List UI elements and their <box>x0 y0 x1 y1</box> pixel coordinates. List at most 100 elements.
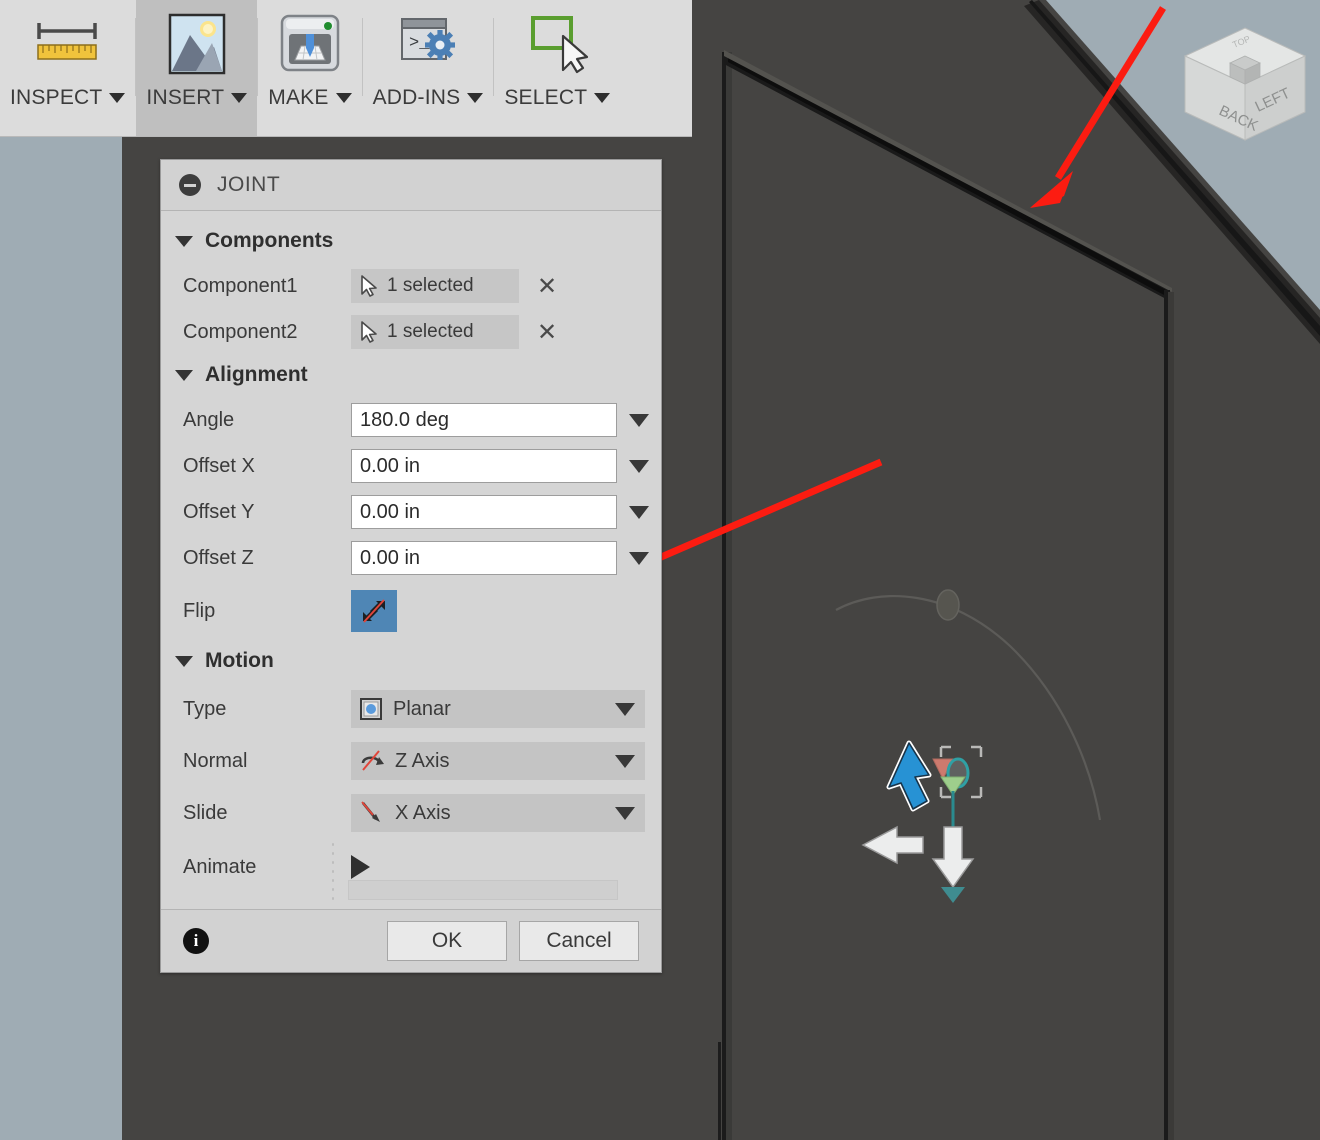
chevron-down-icon <box>175 655 193 667</box>
joint-manipulator[interactable] <box>845 735 1005 935</box>
top-toolbar: INSPECT INSERT MAKE >_ ADD-INS SELECT <box>0 0 692 137</box>
toolbar-label[interactable]: ADD-INS <box>363 86 494 118</box>
ok-button[interactable]: OK <box>387 921 507 961</box>
offset-x-label: Offset X <box>183 454 255 477</box>
section-header-alignment[interactable]: Alignment <box>161 355 661 397</box>
cursor-select-icon <box>361 275 377 297</box>
chevron-down-icon <box>594 93 611 103</box>
section-label: Motion <box>205 649 274 672</box>
hidden-slider-strip <box>348 880 618 900</box>
type-dropdown-icon[interactable] <box>615 702 635 716</box>
translate-arrow-down <box>931 826 975 889</box>
row-normal: Normal Z Axis <box>161 735 661 787</box>
component1-label: Component1 <box>183 274 298 297</box>
image-insert-icon <box>162 0 232 86</box>
toolbar-label[interactable]: INSERT <box>136 86 258 118</box>
offset-z-value: 0.00 in <box>360 546 421 569</box>
component1-clear-icon[interactable]: ✕ <box>537 274 557 298</box>
section-label: Alignment <box>205 363 308 386</box>
offset-z-dropdown-icon[interactable] <box>629 551 649 565</box>
row-component2: Component2 1 selected ✕ <box>161 309 661 355</box>
slide-value: X Axis <box>395 801 451 824</box>
toolbar-item-insert[interactable]: INSERT <box>136 0 258 136</box>
offset-y-value: 0.00 in <box>360 500 421 523</box>
row-offset-x: Offset X 0.00 in <box>161 443 661 489</box>
chevron-down-icon <box>175 235 193 247</box>
info-icon[interactable]: i <box>183 928 209 954</box>
section-header-components[interactable]: Components <box>161 221 661 263</box>
angle-label: Angle <box>183 408 235 431</box>
row-slide: Slide X Axis <box>161 787 661 839</box>
offset-x-input[interactable]: 0.00 in <box>351 449 617 483</box>
offset-z-input[interactable]: 0.00 in <box>351 541 617 575</box>
row-offset-y: Offset Y 0.00 in <box>161 489 661 535</box>
cursor-select-icon <box>361 321 377 343</box>
dialog-body: Components Component1 1 selected ✕ Compo… <box>161 211 661 909</box>
row-flip: Flip <box>161 581 661 641</box>
angle-value: 180.0 deg <box>360 408 449 431</box>
type-combo[interactable]: Planar <box>351 690 645 728</box>
offset-x-value: 0.00 in <box>360 454 421 477</box>
offset-y-label: Offset Y <box>183 500 255 523</box>
row-angle: Angle 180.0 deg <box>161 397 661 443</box>
planar-motion-icon <box>360 698 382 720</box>
normal-combo[interactable]: Z Axis <box>351 742 645 780</box>
selection-cursor-icon <box>521 0 593 86</box>
slide-dropdown-icon[interactable] <box>615 806 635 820</box>
angle-dropdown-icon[interactable] <box>629 413 649 427</box>
toolbar-item-inspect[interactable]: INSPECT <box>0 0 135 136</box>
animate-label: Animate <box>183 855 257 878</box>
toolbar-addins-label: ADD-INS <box>372 86 461 109</box>
normal-value: Z Axis <box>395 749 450 772</box>
dialog-header: JOINT <box>161 160 661 211</box>
component1-selection-field[interactable]: 1 selected <box>351 269 519 303</box>
axis-tip <box>941 887 965 903</box>
flip-label: Flip <box>183 599 216 622</box>
cancel-button[interactable]: Cancel <box>519 921 639 961</box>
grip-dots <box>330 840 336 906</box>
component2-label: Component2 <box>183 320 298 343</box>
toolbar-item-select[interactable]: SELECT <box>494 0 620 136</box>
slide-label: Slide <box>183 801 228 824</box>
component2-clear-icon[interactable]: ✕ <box>537 320 557 344</box>
chevron-down-icon <box>335 93 352 103</box>
toolbar-make-label: MAKE <box>268 86 329 109</box>
offset-x-dropdown-icon[interactable] <box>629 459 649 473</box>
row-component1: Component1 1 selected ✕ <box>161 263 661 309</box>
dialog-footer: i OK Cancel <box>161 909 661 972</box>
3d-printer-icon <box>273 0 347 86</box>
angle-input[interactable]: 180.0 deg <box>351 403 617 437</box>
toolbar-item-make[interactable]: MAKE <box>258 0 361 136</box>
row-offset-z: Offset Z 0.00 in <box>161 535 661 581</box>
slide-combo[interactable]: X Axis <box>351 794 645 832</box>
section-label: Components <box>205 229 334 252</box>
mouse-cursor-blue-fill <box>888 742 930 810</box>
section-header-motion[interactable]: Motion <box>161 641 661 683</box>
offset-y-dropdown-icon[interactable] <box>629 505 649 519</box>
joint-dialog[interactable]: JOINT Components Component1 1 selected ✕… <box>160 159 662 973</box>
chevron-down-icon <box>175 369 193 381</box>
toolbar-label[interactable]: INSPECT <box>0 86 135 118</box>
toolbar-label[interactable]: SELECT <box>494 86 620 118</box>
type-label: Type <box>183 697 227 720</box>
translate-arrow-left <box>861 825 924 865</box>
flip-button[interactable] <box>351 590 397 632</box>
component1-value: 1 selected <box>387 275 474 296</box>
normal-dropdown-icon[interactable] <box>615 754 635 768</box>
component2-value: 1 selected <box>387 321 474 342</box>
play-icon[interactable] <box>351 855 370 879</box>
slide-axis-icon <box>361 801 380 822</box>
ruler-icon <box>29 0 107 86</box>
rotation-axis-icon <box>361 750 384 771</box>
dialog-title: JOINT <box>217 173 281 196</box>
chevron-down-icon <box>467 93 484 103</box>
offset-y-input[interactable]: 0.00 in <box>351 495 617 529</box>
toolbar-item-addins[interactable]: >_ ADD-INS <box>363 0 494 136</box>
chevron-down-icon <box>109 93 126 103</box>
view-cube[interactable]: BACK LEFT TOP <box>1180 18 1310 148</box>
toolbar-label[interactable]: MAKE <box>258 86 361 118</box>
collapse-minus-icon[interactable] <box>179 174 201 196</box>
component2-selection-field[interactable]: 1 selected <box>351 315 519 349</box>
toolbar-insert-label: INSERT <box>146 86 225 109</box>
row-type: Type Planar <box>161 683 661 735</box>
